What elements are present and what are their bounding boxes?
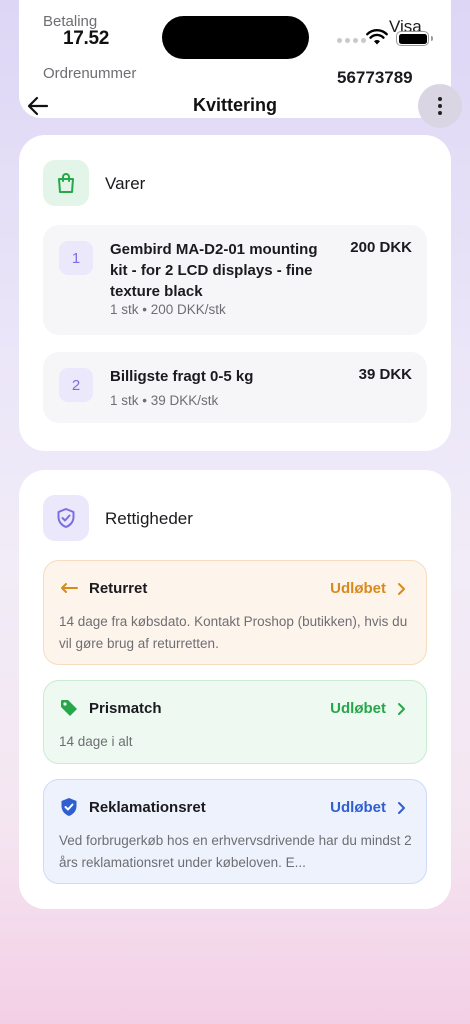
right-title: Prismatch [89,700,162,717]
right-prismatch[interactable]: Prismatch Udløbet 14 dage i alt [43,680,427,764]
items-card: Varer 1 Gembird MA-D2-01 mounting kit - … [19,135,451,451]
wifi-icon [366,29,388,45]
rights-section-title: Rettigheder [105,509,193,528]
status-badge: Udløbet [330,799,386,816]
item-number: 2 [59,368,93,402]
status-time: 17.52 [63,28,110,49]
price-tag-icon [60,699,78,717]
items-section-title: Varer [105,174,146,193]
return-arrow-icon [60,579,78,597]
right-description: 14 dage fra købsdato. Kontakt Proshop (b… [59,614,408,651]
order-number-value: 56773789 [337,68,413,87]
item-price: 39 DKK [358,366,412,383]
right-returret[interactable]: Returret Udløbet 14 dage fra købsdato. K… [43,560,427,665]
right-description: 14 dage i alt [59,734,133,749]
right-title: Reklamationsret [89,799,206,816]
list-item[interactable]: 1 Gembird MA-D2-01 mounting kit - for 2 … [43,225,427,335]
right-title: Returret [89,580,148,597]
right-description: Ved forbrugerkøb hos en erhvervsdrivende… [59,833,412,870]
chevron-right-icon [398,802,405,814]
item-quantity: 1 stk • 39 DKK/stk [110,393,219,408]
item-number: 1 [59,241,93,275]
battery-icon [396,31,433,46]
shopping-bag-icon [43,160,89,206]
chevron-right-icon [398,703,405,715]
status-badge: Udløbet [330,580,386,597]
page-title: Kvittering [192,95,277,115]
status-badge: Udløbet [330,700,386,717]
item-price: 200 DKK [350,239,412,256]
dynamic-island [162,16,309,59]
shield-icon [43,495,89,541]
list-item[interactable]: 2 Billigste fragt 0-5 kg 39 DKK 1 stk • … [43,352,427,423]
item-name: Gembird MA-D2-01 mounting kit - for 2 LC… [110,241,318,300]
right-reklamationsret[interactable]: Reklamationsret Udløbet Ved forbrugerkøb… [43,779,427,884]
cellular-signal-icon [337,38,366,43]
order-number-label: Ordrenummer [43,65,137,82]
item-quantity: 1 stk • 200 DKK/stk [110,302,226,317]
item-name: Billigste fragt 0-5 kg [110,368,254,385]
chevron-right-icon [398,583,405,595]
shield-check-icon [60,798,78,816]
more-options-button[interactable] [418,84,462,128]
rights-card: Rettigheder Returret Udløbet 14 dage fra… [19,470,451,909]
